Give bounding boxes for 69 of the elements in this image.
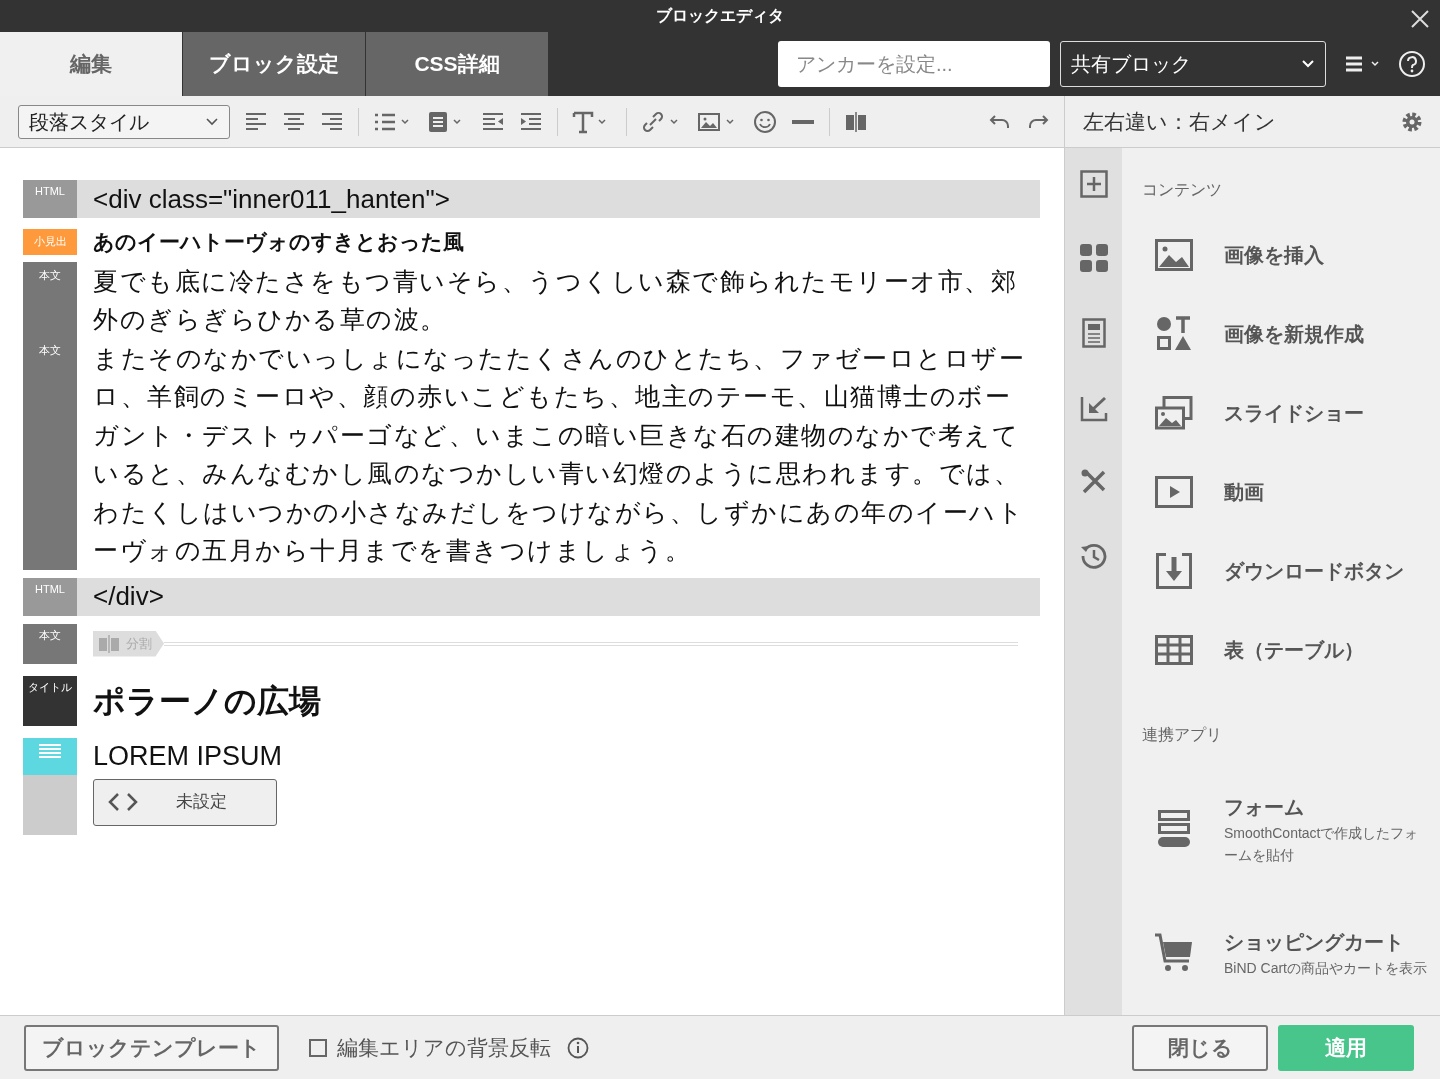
tab[interactable]: CSS詳細 (366, 32, 548, 96)
paragraph-style-select[interactable]: 段落スタイル (18, 104, 230, 139)
item-label[interactable]: ダウンロードボタン (1224, 555, 1404, 586)
chevron-down-icon (205, 116, 219, 127)
indent-icon[interactable] (519, 110, 543, 133)
align-center-icon[interactable] (282, 110, 306, 133)
image-icon[interactable] (1155, 239, 1193, 272)
block-type-bar (23, 774, 77, 835)
block-type-tag: HTML (23, 577, 77, 616)
chevron-down-icon (1301, 59, 1315, 69)
item-label[interactable]: 画像を挿入 (1224, 240, 1324, 271)
help-icon[interactable] (1398, 50, 1426, 78)
tab[interactable]: ブロック設定 (183, 32, 365, 96)
item-description: BiND Cartの商品やカートを表示 (1224, 959, 1428, 979)
block-template-button[interactable]: ブロックテンプレート (24, 1024, 279, 1071)
menu-icon[interactable] (1344, 54, 1382, 74)
title-text[interactable]: ポラーノの広場 (93, 675, 321, 726)
html-code-block[interactable]: </div> (77, 577, 1040, 616)
form-icon[interactable] (1158, 810, 1190, 849)
block-type-tag: 本文 (23, 623, 77, 664)
item-label[interactable]: 動画 (1224, 477, 1264, 508)
align-right-icon[interactable] (320, 110, 344, 133)
align-left-icon[interactable] (244, 110, 268, 133)
close-button[interactable]: 閉じる (1132, 1024, 1268, 1071)
download-icon[interactable] (1156, 552, 1192, 589)
split-icon (98, 634, 120, 653)
block-type-tag: 小見出 (23, 228, 77, 255)
body-paragraph[interactable]: またそのなかでいっしょになったたくさんのひとたち、ファゼーロとロザーロ、羊飼のミーロや、顔の赤いこどもたち、地主のテーモ、山猫博士のボーガント・デストゥパーゴなど、いまこの暗い巨きな石の建物のなかで考えていると、みんなむかし風のなつかしい青い幻燈のように思われます。では、わたくしはいつかの小さなみだしをつけながら、しずかにあの年のイーハトーヴォの五月から十月までを書きつけましょう。 (93, 338, 1034, 570)
add-icon[interactable] (1079, 170, 1108, 198)
subheading-text[interactable]: あのイーハトーヴォのすきとおった風 (93, 226, 464, 258)
heading-text[interactable]: LOREM IPSUM (93, 737, 283, 775)
outdent-icon[interactable] (481, 110, 505, 133)
grid-icon[interactable] (1079, 244, 1108, 272)
item-description: SmoothContactで作成したフォームを貼付 (1224, 824, 1420, 866)
html-code-block[interactable]: <div class="inner011_hanten"> (77, 180, 1040, 218)
list-icon (39, 742, 61, 759)
slideshow-icon[interactable] (1155, 396, 1193, 431)
item-label[interactable]: フォーム (1224, 792, 1430, 823)
section-heading: コンテンツ (1142, 180, 1223, 200)
shapes-icon[interactable] (1156, 316, 1192, 353)
import-icon[interactable] (1079, 394, 1108, 422)
item-label[interactable]: 画像を新規作成 (1224, 319, 1364, 350)
info-icon[interactable] (567, 1036, 589, 1059)
split-icon[interactable] (844, 109, 868, 134)
embed-button[interactable]: 未設定 (93, 778, 277, 826)
shared-block-select[interactable]: 共有ブロック (1060, 41, 1326, 87)
item-label[interactable]: 表（テーブル） (1224, 634, 1364, 665)
item-label[interactable]: ショッピングカート (1224, 927, 1430, 958)
item-label[interactable]: スライドショー (1224, 398, 1364, 429)
video-icon[interactable] (1155, 476, 1193, 509)
code-icon (108, 792, 138, 812)
tab[interactable]: 編集 (0, 32, 182, 96)
body-paragraph[interactable]: 夏でも底に冷たさをもつ青いそら、うつくしい森で飾られたモリーオ市、郊外のぎらぎらひかる草の波。 (93, 261, 1034, 339)
block-type-tag: タイトル (23, 675, 77, 726)
cart-icon[interactable] (1154, 933, 1194, 974)
invert-checkbox[interactable] (309, 1038, 327, 1057)
side-header: 左右違い：右メイン (1064, 96, 1440, 148)
anchor-input-field[interactable]: アンカーを設定... (778, 41, 1050, 87)
history-icon[interactable] (1079, 542, 1108, 570)
close-icon[interactable] (1410, 9, 1430, 29)
block-type-tag: HTML (23, 180, 77, 218)
block-type-label: 本文 (39, 269, 61, 281)
section-heading: 連携アプリ (1142, 725, 1223, 746)
table-icon[interactable] (1155, 634, 1193, 665)
emoji-icon[interactable] (753, 109, 777, 134)
invert-checkbox-label[interactable]: 編集エリアの背景反転 (337, 1031, 551, 1064)
document-icon[interactable] (1081, 318, 1106, 348)
window-title: ブロックエディタ (656, 6, 784, 26)
block-type-label: 本文 (39, 344, 61, 356)
